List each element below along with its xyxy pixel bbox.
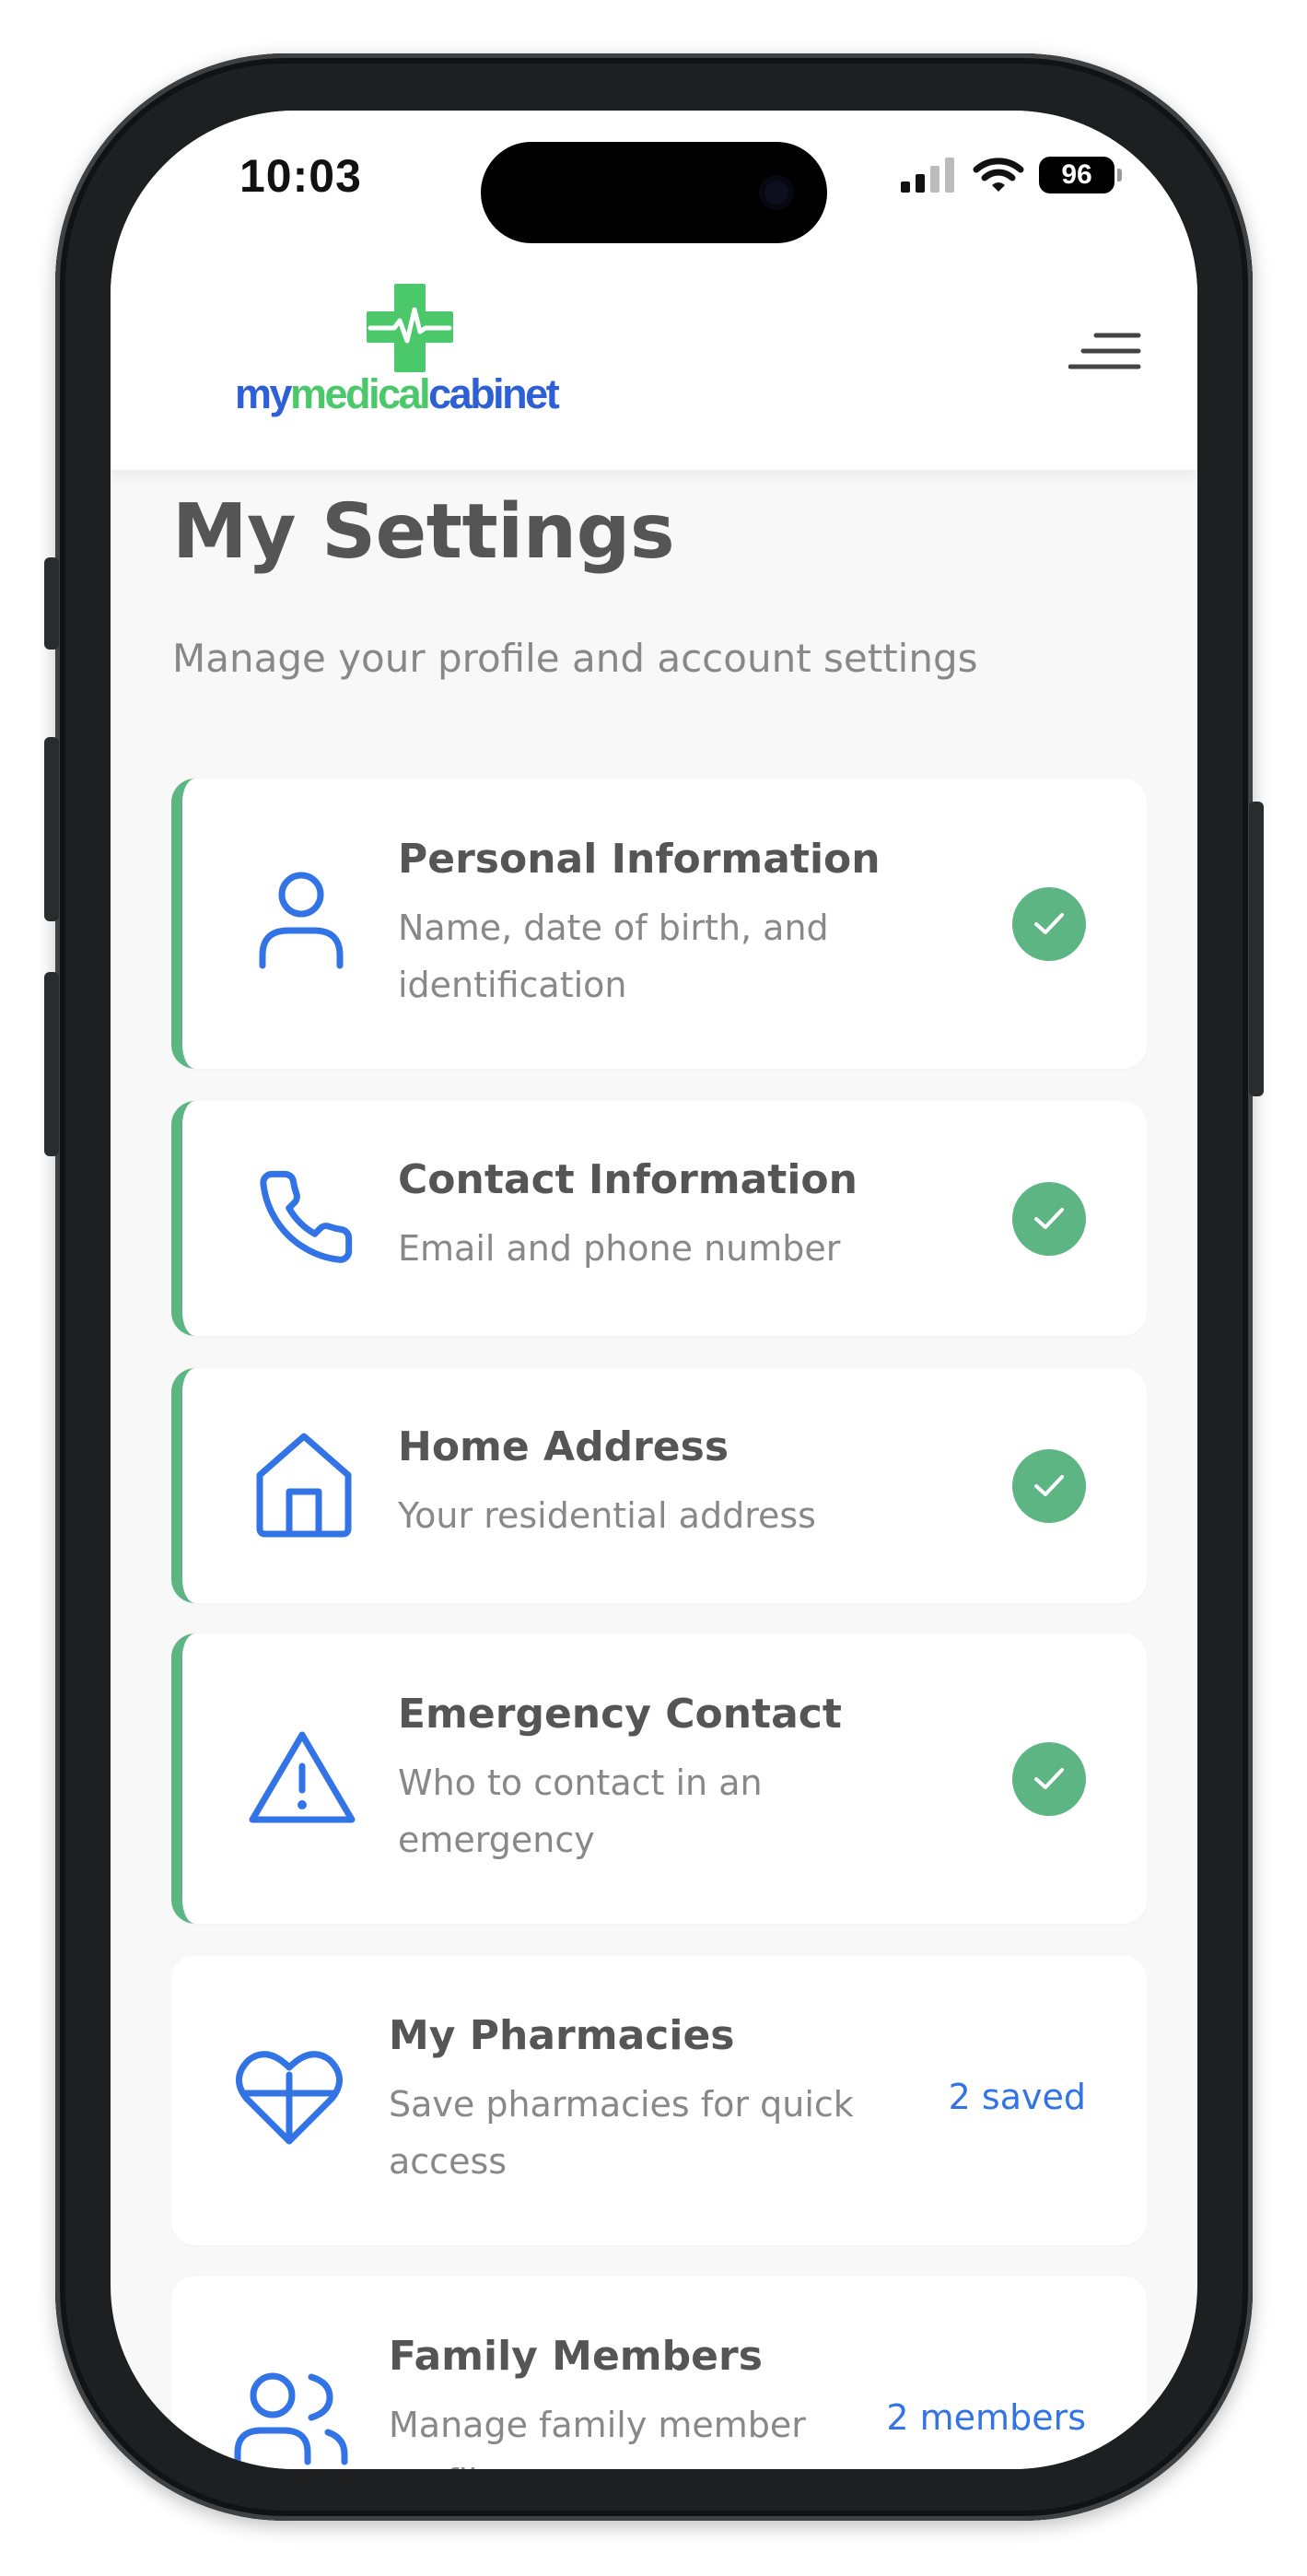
card-title: Home Address <box>398 1423 729 1470</box>
app-logo[interactable]: mymedicalcabinet <box>235 284 585 422</box>
card-description: Name, date of birth, and identification <box>398 907 829 1005</box>
logo-wordmark-part: cabinet <box>428 370 560 417</box>
users-icon <box>234 2372 348 2465</box>
page-title: My Settings <box>172 488 675 576</box>
menu-button[interactable] <box>1068 324 1142 380</box>
complete-badge <box>1012 1449 1086 1523</box>
check-icon <box>1034 1475 1064 1496</box>
cellular-signal-icon <box>901 158 954 193</box>
card-description: Who to contact in an emergency <box>398 1762 763 1860</box>
family-members-count: 2 members <box>886 2397 1086 2438</box>
check-icon <box>1034 1208 1064 1229</box>
user-icon <box>259 872 344 969</box>
power-button <box>1249 802 1264 1096</box>
page-subtitle: Manage your profile and account settings <box>172 636 978 681</box>
settings-card-emergency-contact[interactable]: Emergency Contact Who to contact in an e… <box>171 1633 1147 1924</box>
settings-card-family-members[interactable]: Family Members Manage family member prof… <box>171 2276 1147 2469</box>
card-description: Save pharmacies for quick access <box>389 2084 854 2182</box>
dynamic-island <box>481 142 827 243</box>
complete-badge <box>1012 1182 1086 1256</box>
check-icon <box>1034 1768 1064 1789</box>
wifi-icon <box>973 158 1024 192</box>
front-camera <box>759 175 794 210</box>
warning-icon <box>249 1731 356 1823</box>
card-title: My Pharmacies <box>389 2012 735 2059</box>
medical-cross-icon <box>367 284 453 372</box>
logo-wordmark: mymedicalcabinet <box>235 370 560 418</box>
settings-card-personal-information[interactable]: Personal Information Name, date of birth… <box>171 779 1147 1069</box>
battery-level: 96 <box>1061 159 1092 190</box>
card-description: Email and phone number <box>398 1228 841 1269</box>
home-icon <box>256 1433 352 1538</box>
card-description: Manage family member profiles <box>389 2405 806 2469</box>
settings-card-home-address[interactable]: Home Address Your residential address <box>171 1368 1147 1603</box>
volume-down-button <box>44 972 59 1156</box>
pharmacies-count: 2 saved <box>948 2077 1086 2117</box>
battery-icon: 96 <box>1039 157 1122 193</box>
card-title: Family Members <box>389 2333 763 2380</box>
card-title: Personal Information <box>398 836 881 883</box>
phone-icon <box>260 1170 353 1263</box>
logo-wordmark-part: my <box>235 370 293 417</box>
app-header: mymedicalcabinet <box>111 267 1197 470</box>
screen: 10:03 96 mymedicalcabinet My Settings Ma… <box>111 111 1197 2469</box>
settings-card-my-pharmacies[interactable]: My Pharmacies Save pharmacies for quick … <box>171 1955 1147 2245</box>
logo-wordmark-part: medical <box>290 370 431 417</box>
status-time: 10:03 <box>239 150 362 202</box>
heart-plus-icon <box>236 2051 343 2145</box>
complete-badge <box>1012 1742 1086 1816</box>
complete-badge <box>1012 887 1086 961</box>
check-icon <box>1034 913 1064 934</box>
status-icons: 96 <box>901 157 1122 193</box>
settings-card-contact-information[interactable]: Contact Information Email and phone numb… <box>171 1101 1147 1336</box>
volume-up-button <box>44 737 59 921</box>
status-bar: 10:03 96 <box>111 111 1197 267</box>
card-description: Your residential address <box>398 1495 816 1536</box>
card-title: Emergency Contact <box>398 1691 842 1738</box>
action-button <box>44 557 59 650</box>
hamburger-menu-icon <box>1068 333 1141 369</box>
card-title: Contact Information <box>398 1156 858 1203</box>
